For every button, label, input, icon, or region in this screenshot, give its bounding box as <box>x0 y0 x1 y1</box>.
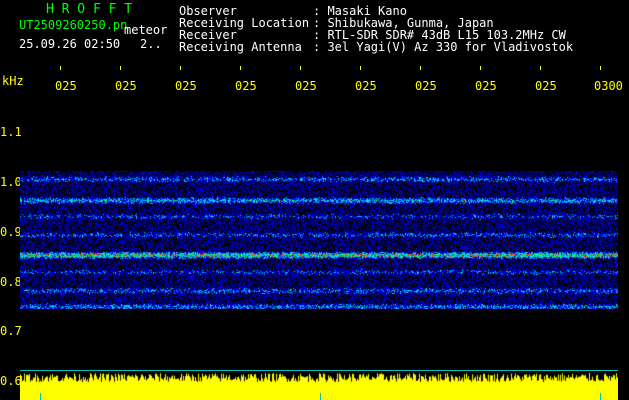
x-tick-label: 025 <box>415 80 437 92</box>
detection-count: 2.. <box>140 37 162 51</box>
x-tick-label: 025 <box>355 80 377 92</box>
x-tick-label: 0300 <box>594 80 623 92</box>
x-tick-label: 025 <box>235 80 257 92</box>
x-tick-label: 025 <box>55 80 77 92</box>
antenna-key: Receiving Antenna <box>179 40 302 54</box>
x-tick-mark <box>420 66 421 70</box>
meteor-label: meteor <box>124 23 168 37</box>
file-name: UT2509260250.pn <box>19 18 128 32</box>
y-tick-label: 0.9 <box>0 225 22 239</box>
y-axis-unit: kHz <box>2 74 24 88</box>
x-tick-mark <box>600 66 601 70</box>
x-tick-mark <box>180 66 181 70</box>
bottom-tick-mark <box>600 393 601 400</box>
bottom-tick-mark <box>320 393 321 400</box>
x-tick-mark <box>540 66 541 70</box>
x-tick-label: 025 <box>175 80 197 92</box>
y-tick-label: 1.1 <box>0 125 22 139</box>
x-tick-label: 025 <box>115 80 137 92</box>
hrofft-screen: H R O F F T UT2509260250.pn meteor 25.09… <box>0 0 629 400</box>
y-tick-label: 0.6 <box>0 374 22 388</box>
antenna-value: : 3el Yagi(V) Az 330 for Vladivostok <box>313 40 574 54</box>
capture-datetime: 25.09.26 02:50 <box>19 37 121 51</box>
x-tick-label: 025 <box>295 80 317 92</box>
app-brand: H R O F F T <box>46 2 133 17</box>
x-tick-mark <box>480 66 481 70</box>
y-tick-label: 0.7 <box>0 324 22 338</box>
x-tick-mark <box>120 66 121 70</box>
signal-level-bar <box>20 371 618 400</box>
x-tick-mark <box>360 66 361 70</box>
x-tick-mark <box>240 66 241 70</box>
spectrogram-canvas <box>20 171 618 309</box>
x-tick-label: 025 <box>535 80 557 92</box>
y-tick-label: 0.8 <box>0 275 22 289</box>
y-tick-label: 1.0 <box>0 175 22 189</box>
x-tick-mark <box>60 66 61 70</box>
x-tick-label: 025 <box>475 80 497 92</box>
bottom-tick-mark <box>40 393 41 400</box>
x-tick-mark <box>300 66 301 70</box>
